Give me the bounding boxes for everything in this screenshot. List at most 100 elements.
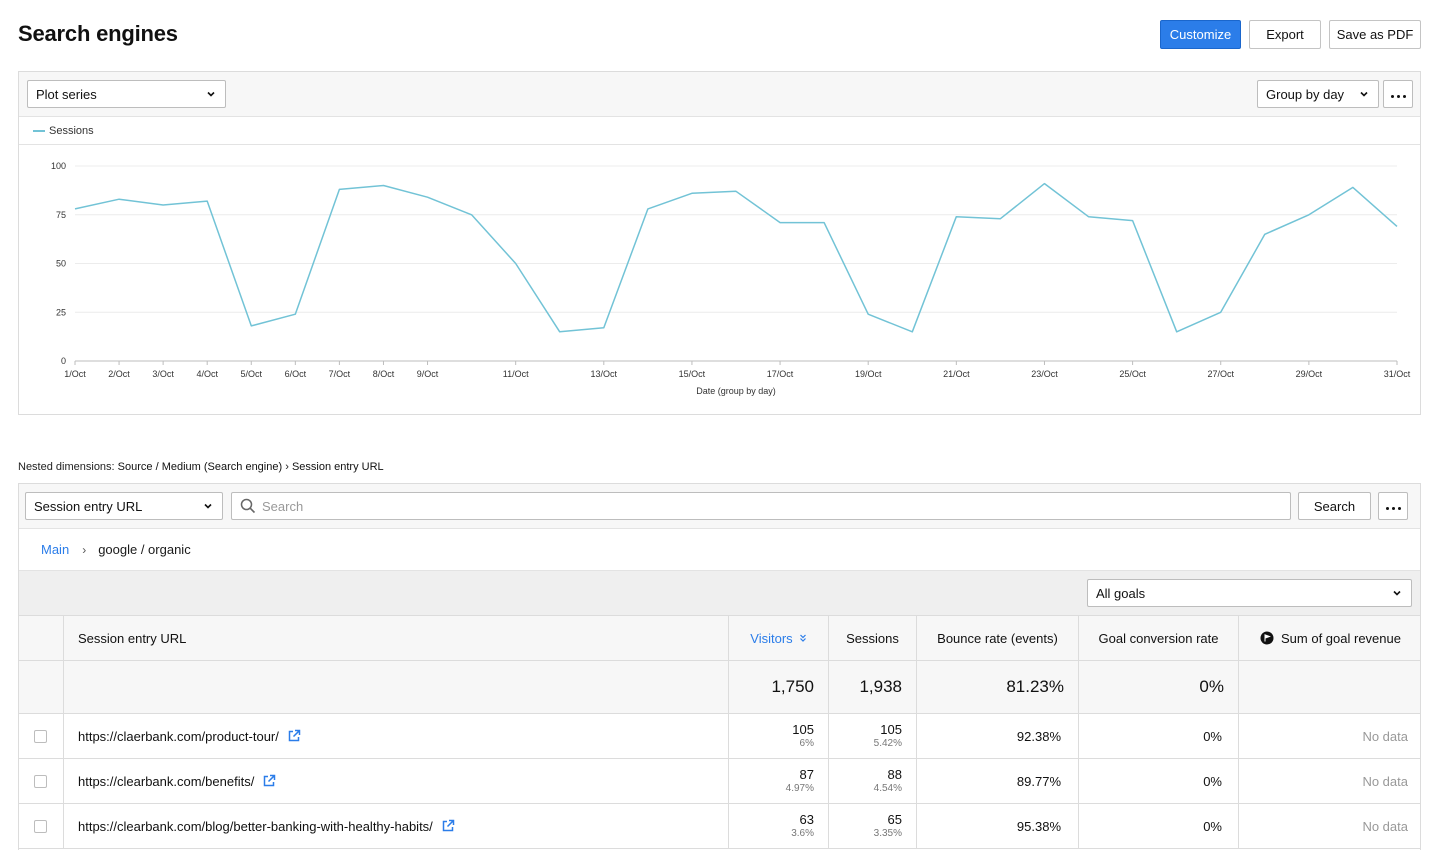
row-visitors-pct: 3.6% bbox=[791, 828, 814, 840]
table-toolbar: Session entry URL Search Search bbox=[19, 484, 1420, 529]
data-point bbox=[470, 214, 472, 216]
row-url-link[interactable]: https://clearbank.com/blog/better-bankin… bbox=[78, 819, 433, 834]
totals-select-cell bbox=[19, 661, 64, 713]
col-header-bounce-label: Bounce rate (events) bbox=[937, 630, 1058, 646]
more-dots-icon bbox=[1389, 85, 1407, 103]
total-bounce-rate: 81.23% bbox=[917, 661, 1079, 713]
chevron-down-icon bbox=[204, 503, 212, 509]
row-url-cell: https://claerbank.com/product-tour/ bbox=[64, 714, 729, 758]
table-more-button[interactable] bbox=[1378, 492, 1408, 520]
data-point bbox=[867, 313, 869, 315]
breadcrumb-main-link[interactable]: Main bbox=[41, 542, 69, 557]
table-row: https://clearbank.com/benefits/87 4.97% 88… bbox=[19, 759, 1420, 804]
series-line-sessions bbox=[74, 182, 1398, 333]
nested-path: Source / Medium (Search engine) bbox=[117, 461, 283, 473]
x-tick-label: 15/Oct bbox=[679, 369, 706, 379]
row-visitors-pct: 4.97% bbox=[785, 783, 814, 795]
y-tick-label: 100 bbox=[51, 161, 66, 171]
col-header-visitors[interactable]: Visitors bbox=[729, 616, 829, 660]
chart-more-button[interactable] bbox=[1383, 80, 1413, 108]
x-tick-label: 3/Oct bbox=[152, 369, 174, 379]
nested-dimensions: Nested dimensions: Source / Medium (Sear… bbox=[18, 461, 384, 473]
row-url-link[interactable]: https://clearbank.com/benefits/ bbox=[78, 774, 254, 789]
chart-panel: Plot series Group by day Sessions 0 25 50 7… bbox=[18, 71, 1421, 415]
chart-toolbar: Plot series Group by day bbox=[19, 72, 1420, 117]
data-point bbox=[735, 190, 737, 192]
x-tick-label: 31/Oct bbox=[1384, 369, 1411, 379]
row-bounce-rate: 92.38% bbox=[917, 714, 1079, 758]
row-sessions-cell: 88 4.54% bbox=[829, 759, 917, 803]
page-title: Search engines bbox=[18, 21, 178, 46]
x-tick-label: 7/Oct bbox=[329, 369, 351, 379]
x-tick-label: 21/Oct bbox=[943, 369, 970, 379]
customize-button[interactable]: Customize bbox=[1160, 20, 1241, 49]
x-tick-label: 25/Oct bbox=[1119, 369, 1146, 379]
row-url-cell: https://clearbank.com/blog/better-bankin… bbox=[64, 804, 729, 848]
data-point bbox=[603, 327, 605, 329]
data-point bbox=[1308, 214, 1310, 216]
col-header-visitors-label: Visitors bbox=[750, 630, 793, 646]
col-header-goal-revenue[interactable]: Sum of goal revenue bbox=[1239, 616, 1422, 660]
row-checkbox[interactable] bbox=[34, 774, 47, 788]
external-link-icon[interactable] bbox=[441, 819, 455, 833]
row-visitors-cell: 87 4.97% bbox=[729, 759, 829, 803]
col-header-goal-conversion[interactable]: Goal conversion rate bbox=[1079, 616, 1239, 660]
search-placeholder: Search bbox=[262, 498, 304, 514]
nested-prefix: Nested dimensions: bbox=[18, 461, 115, 473]
row-sessions-pct: 5.42% bbox=[873, 738, 902, 750]
row-goal-conversion: 0% bbox=[1079, 714, 1239, 758]
x-tick-label: 11/Oct bbox=[503, 369, 529, 379]
legend-label[interactable]: Sessions bbox=[49, 125, 94, 137]
external-link-icon[interactable] bbox=[262, 774, 276, 788]
breadcrumb: Main › google / organic bbox=[19, 529, 1420, 571]
col-header-url[interactable]: Session entry URL bbox=[64, 616, 729, 660]
search-button[interactable]: Search bbox=[1298, 492, 1371, 520]
table-row: https://claerbank.com/product-tour/105 6%… bbox=[19, 714, 1420, 759]
goals-select[interactable]: All goals bbox=[1087, 579, 1412, 607]
sessions-line-chart: 0 25 50 75 100 1/Oct 2/Oct 3/Oct 4/Oct 5/Oct 6/Oct… bbox=[51, 161, 1411, 396]
external-link-icon[interactable] bbox=[287, 729, 301, 743]
col-header-bounce[interactable]: Bounce rate (events) bbox=[917, 616, 1079, 660]
col-header-sessions[interactable]: Sessions bbox=[829, 616, 917, 660]
row-bounce-rate: 95.38% bbox=[917, 804, 1079, 848]
save-pdf-button[interactable]: Save as PDF bbox=[1329, 20, 1421, 49]
export-button[interactable]: Export bbox=[1249, 20, 1321, 49]
data-point bbox=[559, 331, 561, 333]
row-checkbox[interactable] bbox=[34, 819, 47, 833]
data-point bbox=[999, 217, 1001, 219]
col-header-goal-conversion-label: Goal conversion rate bbox=[1098, 630, 1219, 646]
x-tick-label: 4/Oct bbox=[196, 369, 218, 379]
total-sessions: 1,938 bbox=[829, 661, 917, 713]
table-panel: Session entry URL Search Search Main › g… bbox=[18, 483, 1421, 850]
row-goal-revenue: No data bbox=[1362, 818, 1408, 834]
data-point bbox=[1220, 311, 1222, 313]
search-icon bbox=[240, 498, 256, 514]
col-header-url-label: Session entry URL bbox=[78, 630, 187, 646]
group-by-select[interactable]: Group by day bbox=[1257, 80, 1379, 108]
x-tick-label: 9/Oct bbox=[417, 369, 439, 379]
data-point bbox=[162, 204, 164, 206]
chevron-down-icon bbox=[1360, 91, 1368, 97]
search-input[interactable]: Search bbox=[231, 492, 1291, 520]
table-header-row: Session entry URL Visitors Sessions Boun… bbox=[19, 616, 1420, 661]
plot-series-select[interactable]: Plot series bbox=[27, 80, 226, 108]
x-tick-label: 1/Oct bbox=[64, 369, 86, 379]
total-goal-conversion: 0% bbox=[1079, 661, 1239, 713]
data-point bbox=[779, 221, 781, 223]
data-point bbox=[382, 184, 384, 186]
dimension-label: Session entry URL bbox=[34, 498, 143, 514]
dimension-select[interactable]: Session entry URL bbox=[25, 492, 223, 520]
y-tick-label: 50 bbox=[56, 259, 66, 269]
row-checkbox[interactable] bbox=[34, 729, 47, 743]
group-by-label: Group by day bbox=[1266, 86, 1345, 102]
breadcrumb-current: google / organic bbox=[98, 542, 191, 557]
row-sessions-pct: 3.35% bbox=[873, 828, 902, 840]
data-point bbox=[426, 196, 428, 198]
row-sessions-cell: 105 5.42% bbox=[829, 714, 917, 758]
nested-leaf: Session entry URL bbox=[291, 461, 384, 473]
row-url-link[interactable]: https://claerbank.com/product-tour/ bbox=[78, 729, 279, 744]
data-point bbox=[1396, 225, 1398, 227]
chart-legend: Sessions bbox=[19, 117, 1420, 145]
row-bounce-rate: 89.77% bbox=[917, 759, 1079, 803]
row-visitors-cell: 105 6% bbox=[729, 714, 829, 758]
